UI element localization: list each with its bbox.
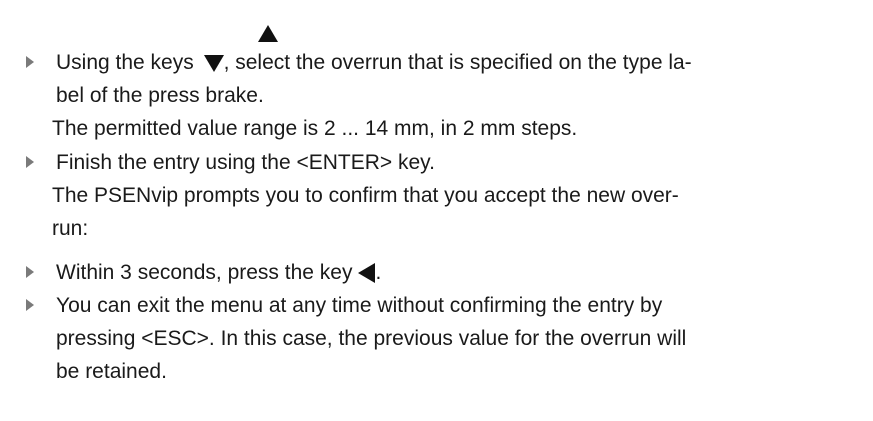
step-text: Using the keys	[56, 51, 194, 74]
step-text: bel of the press brake.	[56, 84, 264, 107]
step-text: , select the overrun that is specified o…	[223, 51, 692, 74]
step-text: .	[375, 261, 382, 284]
bullet-icon	[26, 56, 34, 68]
bullet-icon	[26, 266, 34, 278]
step-result: The PSENvip prompts you to confirm that …	[52, 184, 679, 207]
bullet-icon	[26, 156, 34, 168]
step-text: be retained.	[56, 360, 167, 383]
bullet-icon	[26, 299, 34, 311]
left-arrow-key-icon	[358, 263, 376, 284]
step-text: pressing <ESC>. In this case, the previo…	[56, 327, 687, 350]
up-arrow-key-icon	[258, 16, 278, 49]
step-text: You can exit the menu at any time withou…	[56, 294, 663, 317]
step-text: Within 3 seconds, press the key	[56, 261, 353, 284]
down-arrow-key-icon	[203, 54, 224, 72]
step-result: The permitted value range is 2 ... 14 mm…	[52, 117, 578, 140]
step-text: Finish the entry using the <ENTER> key.	[56, 151, 435, 174]
instruction-document: Using the keys , select the overrun that…	[0, 0, 873, 421]
step-result: run:	[52, 217, 89, 240]
